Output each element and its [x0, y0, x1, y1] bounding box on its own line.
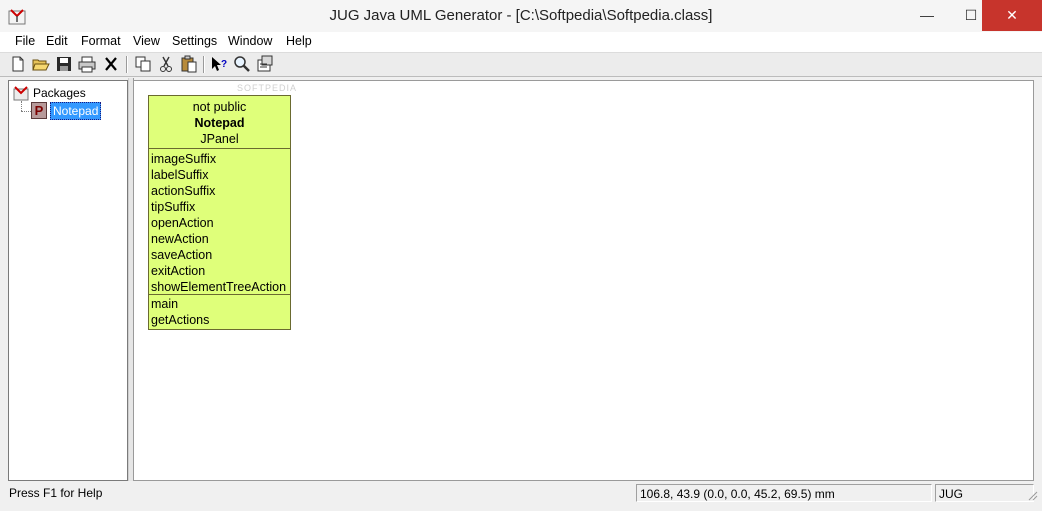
uml-field: imageSuffix [151, 152, 217, 166]
menu-file[interactable]: File [15, 34, 35, 48]
cut-icon[interactable] [157, 55, 175, 73]
title-bar: JUG Java UML Generator - [C:\Softpedia\S… [0, 0, 1042, 33]
package-tree-panel[interactable]: Packages P Notepad [8, 80, 128, 481]
uml-class-modifier: not public [192, 100, 247, 114]
uml-class-header: not public Notepad JPanel [149, 96, 290, 149]
diagram-canvas[interactable]: SOFTPEDIA not public Notepad JPanel imag… [133, 80, 1034, 481]
copy-icon[interactable] [134, 55, 152, 73]
uml-field: newAction [151, 232, 209, 246]
svg-text:?: ? [221, 59, 227, 70]
zoom-icon[interactable] [233, 55, 251, 73]
toolbar-separator [203, 56, 205, 73]
menu-format[interactable]: Format [81, 34, 121, 48]
status-bar: Press F1 for Help 106.8, 43.9 (0.0, 0.0,… [0, 483, 1042, 511]
uml-method: main [151, 297, 179, 311]
uml-methods-section: main getActions [149, 295, 290, 328]
toolbar-separator [126, 56, 128, 73]
properties-icon[interactable] [256, 55, 274, 73]
uml-superclass: JPanel [200, 132, 239, 146]
print-icon[interactable] [78, 55, 96, 73]
context-help-icon[interactable]: ? [210, 55, 228, 73]
menu-help[interactable]: Help [286, 34, 312, 48]
menu-bar: File Edit Format View Settings Window He… [0, 32, 1042, 53]
window-title: JUG Java UML Generator - [C:\Softpedia\S… [329, 7, 713, 24]
open-folder-icon[interactable] [32, 55, 50, 73]
uml-class-name: Notepad [194, 116, 245, 130]
uml-field: tipSuffix [151, 200, 196, 214]
close-button[interactable]: ✕ [982, 0, 1042, 31]
resize-grip-icon[interactable] [1028, 491, 1038, 501]
minimize-button[interactable]: — [904, 0, 950, 30]
menu-view[interactable]: View [133, 34, 160, 48]
uml-field: saveAction [151, 248, 213, 262]
menu-settings[interactable]: Settings [172, 34, 217, 48]
uml-fields-section: imageSuffix labelSuffix actionSuffix tip… [149, 149, 290, 295]
toolbar: ? [0, 53, 1042, 77]
uml-field: showElementTreeAction [151, 280, 287, 294]
uml-class-box[interactable]: not public Notepad JPanel imageSuffix la… [148, 95, 291, 330]
watermark: SOFTPEDIA [237, 83, 298, 93]
tree-connector [21, 111, 31, 112]
menu-window[interactable]: Window [228, 34, 272, 48]
paste-icon[interactable] [180, 55, 198, 73]
status-coordinates: 106.8, 43.9 (0.0, 0.0, 45.2, 69.5) mm [636, 484, 932, 502]
menu-edit[interactable]: Edit [46, 34, 68, 48]
status-mode: JUG [935, 484, 1034, 502]
uml-method: getActions [151, 313, 210, 327]
tree-connector [21, 101, 22, 111]
new-file-icon[interactable] [9, 55, 27, 73]
tree-item-label[interactable]: Notepad [50, 102, 102, 120]
uml-field: labelSuffix [151, 168, 209, 182]
uml-field: exitAction [151, 264, 206, 278]
packages-icon [13, 86, 29, 101]
save-icon[interactable] [55, 55, 73, 73]
tree-root-label: Packages [33, 86, 86, 100]
uml-field: actionSuffix [151, 184, 216, 198]
package-icon: P [31, 102, 47, 119]
uml-field: openAction [151, 216, 214, 230]
delete-icon[interactable] [102, 55, 120, 73]
status-help-text: Press F1 for Help [9, 486, 103, 500]
